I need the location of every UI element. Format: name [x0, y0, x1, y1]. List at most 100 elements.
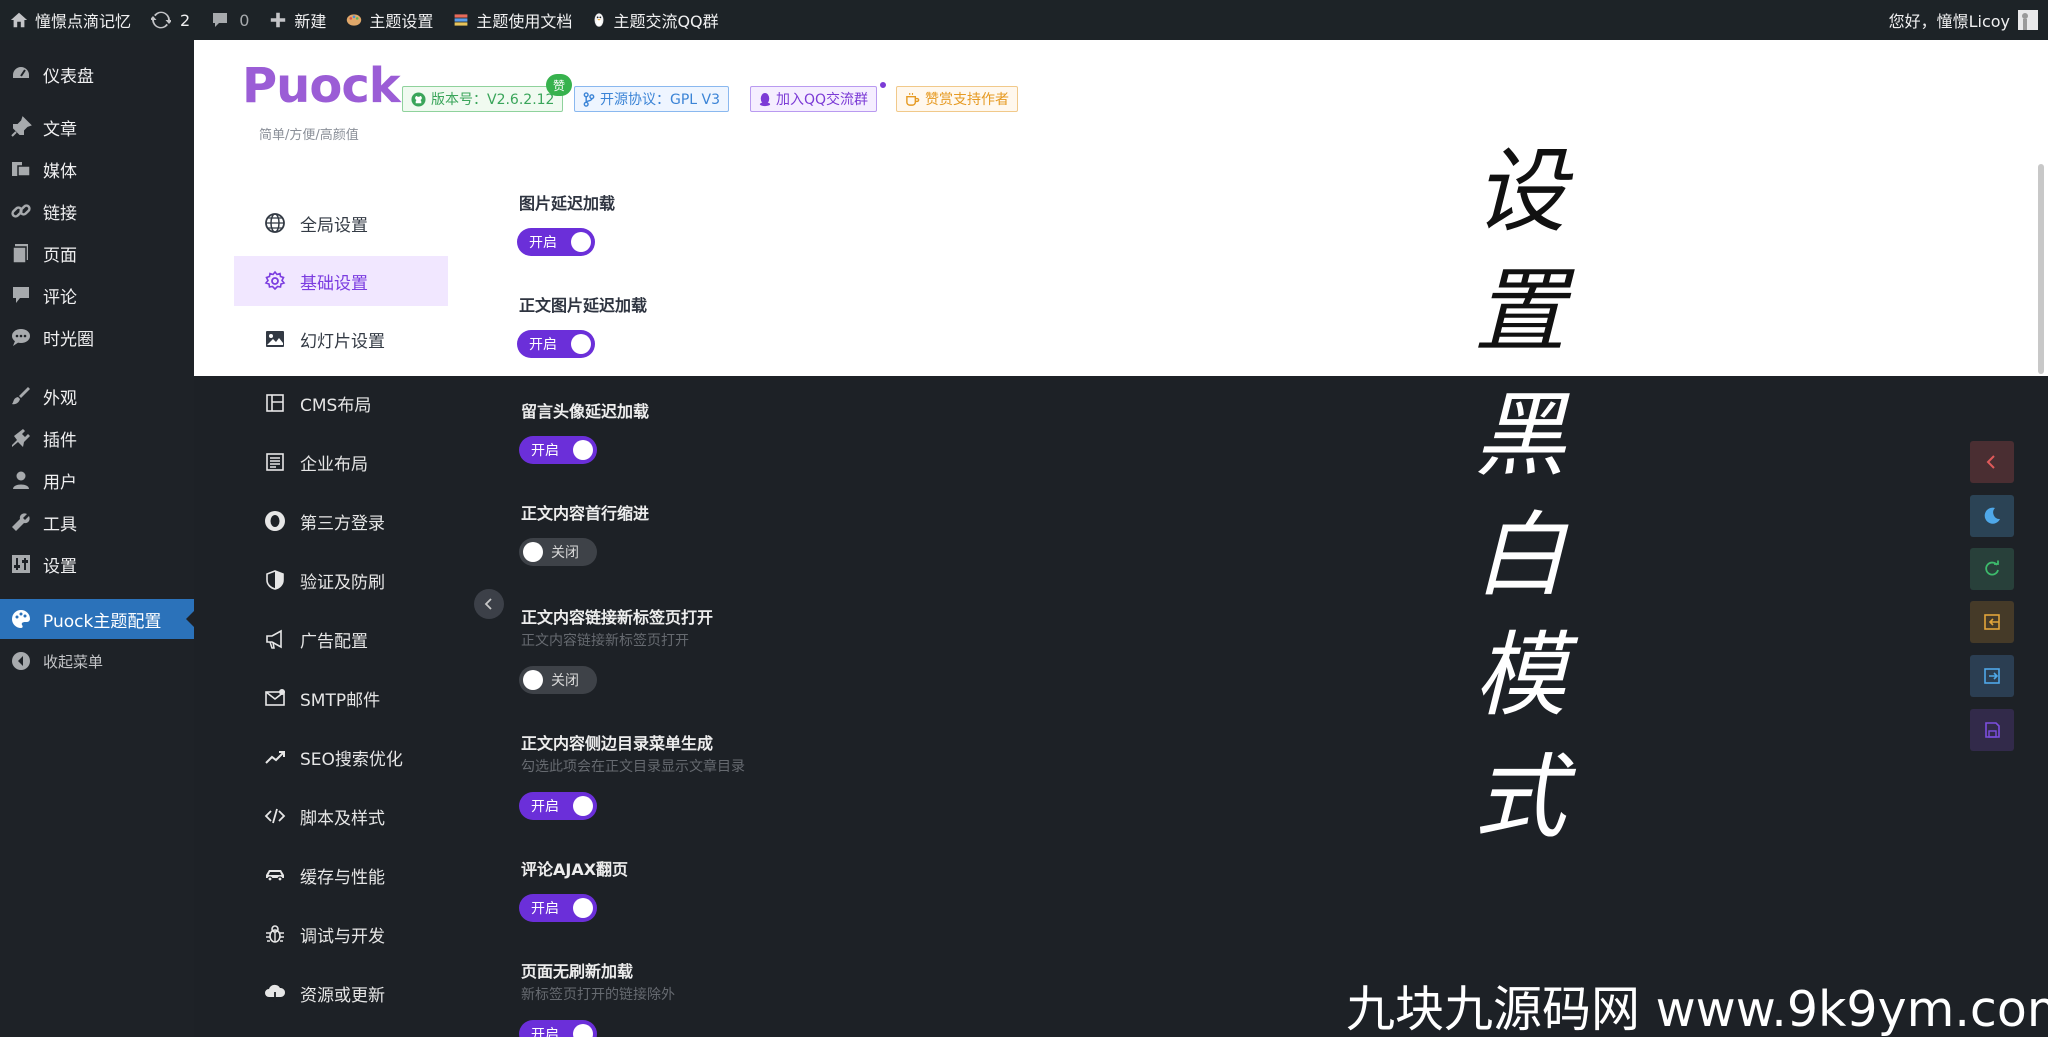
toggle-knob	[573, 1024, 593, 1037]
comments-link[interactable]: 0	[200, 0, 259, 40]
qq-group-link[interactable]: 主题交流QQ群	[582, 0, 728, 40]
toggle-pjax-loading[interactable]: 开启	[519, 1020, 597, 1037]
notification-dot	[878, 80, 888, 90]
version-badge[interactable]: 版本号：V2.6.2.12	[402, 86, 564, 112]
tool-refresh-button[interactable]	[1970, 548, 2014, 590]
setting-label: 页面无刷新加载	[521, 962, 634, 981]
plus-icon	[271, 12, 286, 28]
toggle-first-line-indent[interactable]: 关闭	[519, 538, 597, 566]
collapse-nav-button[interactable]	[474, 589, 504, 619]
toggle-text: 开启	[531, 799, 559, 815]
tool-back-button[interactable]	[1970, 441, 2014, 483]
toggle-comment-ajax-paging[interactable]: 开启	[519, 894, 597, 922]
menu-posts[interactable]: 文章	[0, 107, 196, 147]
nav-label: 第三方登录	[300, 513, 385, 534]
menu-links[interactable]: 链接	[0, 191, 196, 231]
toggle-links-new-tab[interactable]: 关闭	[519, 666, 597, 694]
theme-settings-link[interactable]: 主题设置	[336, 0, 443, 40]
menu-puock-config[interactable]: Puock主题配置	[0, 599, 196, 639]
setting-label: 正文图片延迟加载	[519, 296, 648, 315]
menu-tools[interactable]: 工具	[0, 502, 196, 542]
menu-plugins[interactable]: 插件	[0, 418, 196, 458]
menu-appearance[interactable]: 外观	[0, 376, 196, 416]
scrollbar[interactable]	[2038, 164, 2044, 374]
gear-icon	[264, 270, 286, 291]
setting-label: 图片延迟加载	[519, 194, 616, 213]
page-icon	[12, 244, 28, 264]
support-badge[interactable]: 赞赏支持作者	[896, 86, 1018, 112]
menu-label: 评论	[43, 287, 77, 308]
coffee-cup-icon	[906, 92, 920, 106]
menu-users[interactable]: 用户	[0, 460, 196, 500]
menu-collapse[interactable]: 收起菜单	[0, 641, 196, 681]
nav-third-party-login[interactable]: 第三方登录	[234, 496, 448, 546]
comment-icon	[13, 287, 29, 303]
site-home-link[interactable]: 憧憬点滴记忆	[0, 0, 141, 40]
tool-save-button[interactable]	[1970, 709, 2014, 751]
mail-icon	[265, 689, 285, 706]
branch-icon	[583, 91, 595, 107]
caption-char: 黑	[1473, 382, 1566, 489]
toggle-avatar-lazyload[interactable]: 开启	[519, 436, 597, 464]
nav-resources-updates[interactable]: 资源或更新	[234, 968, 448, 1018]
nav-verification[interactable]: 验证及防刷	[234, 555, 448, 605]
menu-moments[interactable]: 时光圈	[0, 317, 196, 357]
menu-dashboard[interactable]: 仪表盘	[0, 54, 196, 94]
setting-label: 正文内容首行缩进	[521, 504, 650, 523]
menu-media[interactable]: 媒体	[0, 149, 196, 189]
nav-cache-performance[interactable]: 缓存与性能	[234, 850, 448, 900]
github-icon	[411, 91, 426, 107]
menu-comments[interactable]: 评论	[0, 275, 196, 315]
nav-smtp-mail[interactable]: SMTP邮件	[234, 673, 448, 723]
updates-link[interactable]: 2	[141, 0, 200, 40]
toggle-image-lazyload[interactable]: 开启	[517, 228, 595, 256]
license-label: 开源协议：GPL V3	[600, 92, 721, 108]
nav-seo[interactable]: SEO搜索优化	[234, 732, 448, 782]
admin-menu: 仪表盘 文章 媒体 链接 页面 评论 时光圈 外观 插件 用户 工具 设置 Pu…	[0, 40, 196, 1037]
nav-slideshow-settings[interactable]: 幻灯片设置	[234, 314, 448, 364]
menu-label: 外观	[43, 388, 77, 409]
menu-label: 设置	[43, 556, 77, 577]
car-icon	[266, 870, 284, 882]
chat-bubble-icon	[12, 329, 30, 346]
nav-global-settings[interactable]: 全局设置	[234, 198, 448, 248]
greeting: 您好，憧憬Licoy	[1888, 12, 2010, 31]
setting-label: 留言头像延迟加载	[521, 402, 650, 421]
setting-desc: 新标签页打开的链接除外	[521, 987, 675, 1003]
tool-import-button[interactable]	[1970, 601, 2014, 643]
qq-group-badge[interactable]: 加入QQ交流群	[750, 86, 878, 112]
nav-scripts-styles[interactable]: 脚本及样式	[234, 791, 448, 841]
nav-cms-layout[interactable]: CMS布局	[234, 378, 448, 428]
toggle-sidebar-toc[interactable]: 开启	[519, 792, 597, 820]
menu-label: 仪表盘	[43, 66, 94, 87]
caption-char: 白	[1473, 502, 1566, 609]
nav-enterprise-layout[interactable]: 企业布局	[234, 437, 448, 487]
toggle-knob	[523, 670, 543, 690]
menu-settings[interactable]: 设置	[0, 544, 196, 584]
refresh-icon	[1985, 560, 1999, 576]
account-menu[interactable]: 您好，憧憬Licoy	[1879, 0, 2048, 40]
theme-docs-link[interactable]: 主题使用文档	[443, 0, 582, 40]
new-content-link[interactable]: 新建	[259, 0, 336, 40]
toggle-content-image-lazyload[interactable]: 开启	[517, 330, 595, 358]
nav-label: 资源或更新	[300, 985, 385, 1006]
nav-debug-dev[interactable]: 调试与开发	[234, 909, 448, 959]
trend-icon	[265, 751, 285, 764]
settings-panel-dark: CMS布局 企业布局 第三方登录 验证及防刷 广告配置 SMTP邮件 SEO搜索…	[194, 376, 2048, 1037]
tool-dark-mode-button[interactable]	[1970, 495, 2014, 537]
menu-pages[interactable]: 页面	[0, 233, 196, 273]
chevron-left-icon	[1986, 455, 1995, 469]
avatar	[2018, 10, 2038, 30]
menu-label: 收起菜单	[43, 652, 104, 671]
wrench-icon	[12, 513, 30, 531]
menu-label: 时光圈	[43, 329, 94, 350]
tool-export-button[interactable]	[1970, 655, 2014, 697]
caption-char: 置	[1473, 258, 1566, 365]
license-badge[interactable]: 开源协议：GPL V3	[574, 86, 730, 112]
nav-label: 基础设置	[300, 273, 368, 294]
brand-logo: Puock	[242, 58, 401, 114]
toggle-knob	[573, 796, 593, 816]
nav-basic-settings[interactable]: 基础设置	[234, 256, 448, 306]
toggle-knob	[573, 898, 593, 918]
nav-ad-config[interactable]: 广告配置	[234, 614, 448, 664]
